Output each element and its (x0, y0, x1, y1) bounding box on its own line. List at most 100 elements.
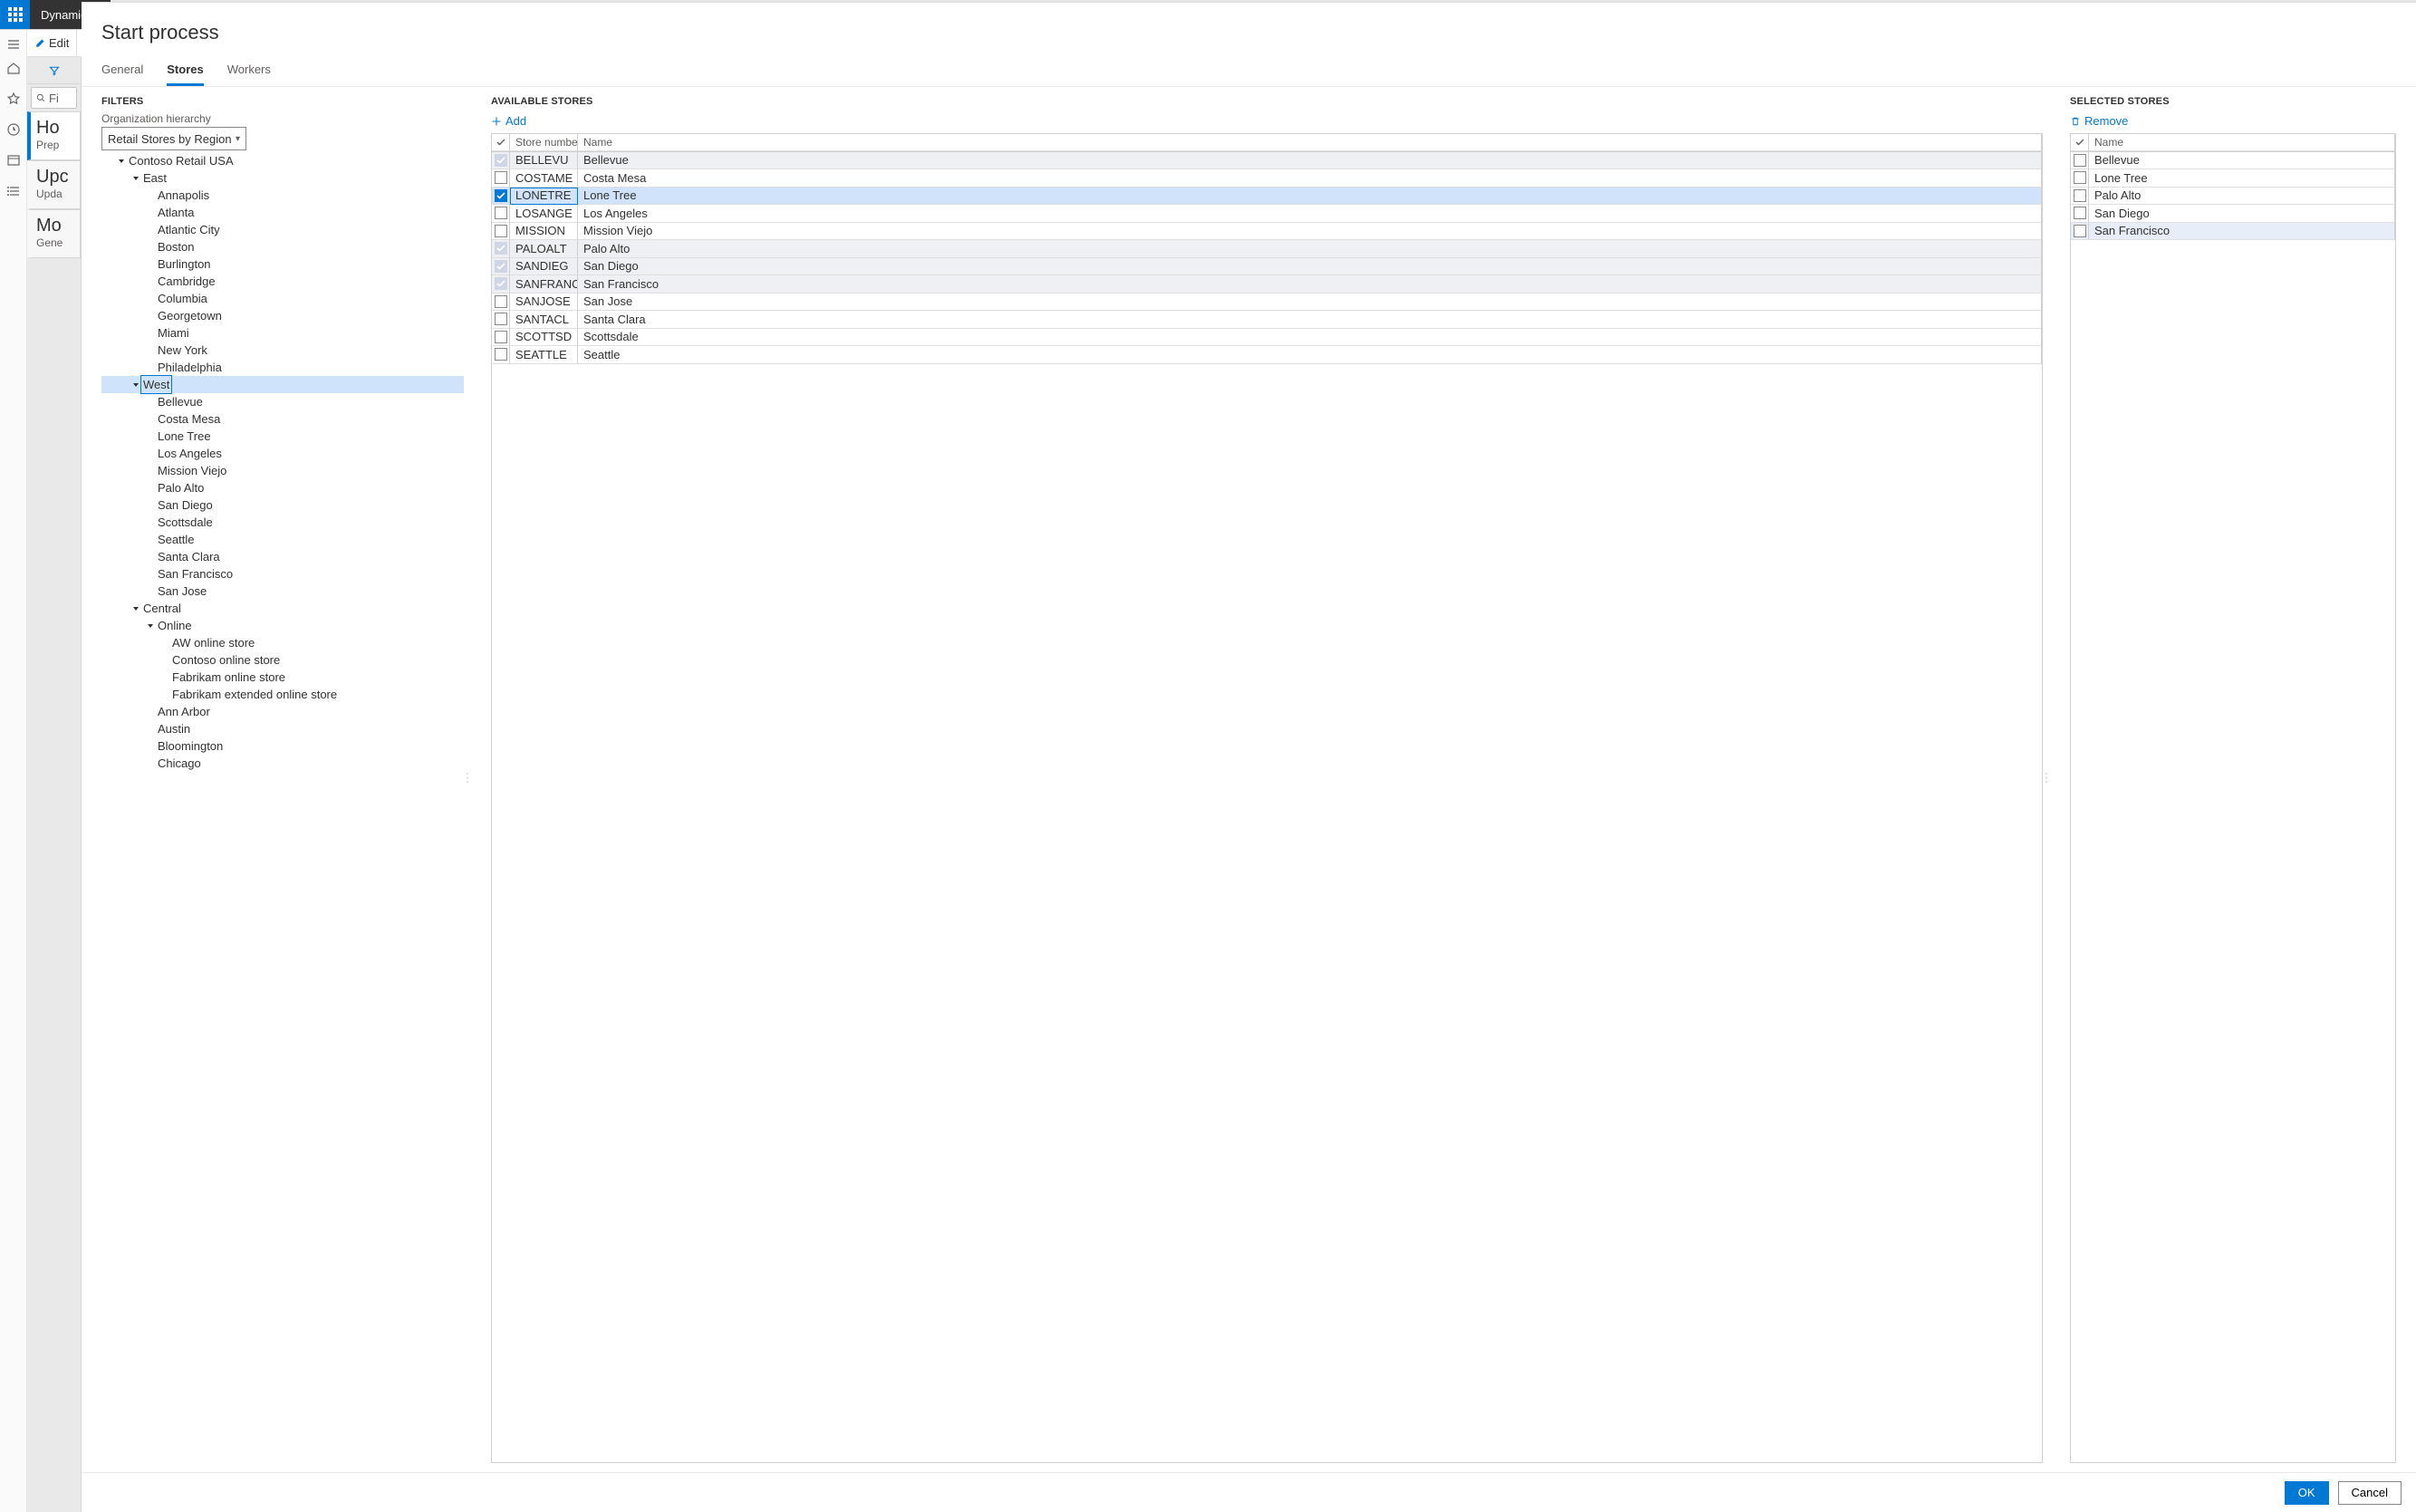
tree-item[interactable]: San Diego (101, 496, 464, 514)
tree-item[interactable]: Mission Viejo (101, 462, 464, 479)
row-checkbox[interactable] (492, 169, 510, 188)
modules-button[interactable] (6, 184, 21, 198)
tree-item[interactable]: Ann Arbor (101, 703, 464, 720)
grid-row[interactable]: LOSANGE Los Angeles (492, 205, 2042, 223)
search-input[interactable]: Fi (31, 87, 77, 109)
tree-item[interactable]: Contoso online store (101, 651, 464, 669)
tree-item[interactable]: Atlanta (101, 204, 464, 221)
ok-button[interactable]: OK (2285, 1481, 2329, 1505)
list-card[interactable]: UpcUpda (27, 160, 81, 209)
expander-icon[interactable] (130, 605, 141, 612)
select-all-checkbox[interactable] (2071, 134, 2089, 151)
expander-icon[interactable] (145, 622, 156, 630)
tree-item[interactable]: Cambridge (101, 273, 464, 290)
tab-general[interactable]: General (101, 57, 143, 86)
hierarchy-tree[interactable]: Contoso Retail USAEastAnnapolisAtlantaAt… (101, 152, 464, 1463)
tree-item[interactable]: Miami (101, 324, 464, 342)
filter-button[interactable] (27, 57, 81, 84)
row-checkbox[interactable] (492, 223, 510, 241)
row-checkbox[interactable] (492, 329, 510, 347)
col-name[interactable]: Name (2089, 134, 2395, 151)
grid-row[interactable]: Lone Tree (2071, 169, 2395, 188)
expander-icon[interactable] (130, 175, 141, 182)
row-checkbox[interactable] (492, 188, 510, 206)
tree-item[interactable]: Bloomington (101, 737, 464, 755)
col-store-number[interactable]: Store number (510, 134, 578, 151)
app-launcher-button[interactable] (0, 0, 30, 29)
tree-item[interactable]: Boston (101, 238, 464, 255)
tree-item[interactable]: Santa Clara (101, 548, 464, 565)
remove-button[interactable]: Remove (2070, 112, 2396, 133)
tree-item[interactable]: Chicago (101, 755, 464, 772)
tree-item[interactable]: Scottsdale (101, 514, 464, 531)
tree-item[interactable]: Costa Mesa (101, 410, 464, 428)
expander-icon[interactable] (116, 158, 127, 165)
grid-row[interactable]: SANTACL Santa Clara (492, 311, 2042, 329)
row-checkbox[interactable] (2071, 205, 2089, 223)
tree-item[interactable]: Central (101, 600, 464, 617)
tree-item[interactable]: East (101, 169, 464, 187)
grid-row[interactable]: SCOTTSD Scottsdale (492, 329, 2042, 347)
workspaces-button[interactable] (6, 153, 21, 168)
tree-item[interactable]: Fabrikam extended online store (101, 686, 464, 703)
splitter[interactable]: ⋮ (2043, 92, 2050, 1463)
row-checkbox[interactable] (492, 294, 510, 312)
row-checkbox[interactable] (492, 152, 510, 170)
tree-item[interactable]: Palo Alto (101, 479, 464, 496)
grid-row[interactable]: COSTAME Costa Mesa (492, 169, 2042, 188)
row-checkbox[interactable] (492, 346, 510, 364)
row-checkbox[interactable] (2071, 188, 2089, 206)
hamburger-button[interactable] (6, 37, 21, 52)
grid-row[interactable]: LONETRE Lone Tree (492, 188, 2042, 206)
row-checkbox[interactable] (2071, 152, 2089, 170)
grid-row[interactable]: SANFRANCIS San Francisco (492, 275, 2042, 294)
tree-item[interactable]: Fabrikam online store (101, 669, 464, 686)
available-grid[interactable]: Store number Name BELLEVU Bellevue COSTA… (491, 133, 2043, 1463)
tree-item[interactable]: Austin (101, 720, 464, 737)
tab-workers[interactable]: Workers (227, 57, 271, 86)
tree-item[interactable]: Annapolis (101, 187, 464, 204)
col-name[interactable]: Name (578, 134, 2042, 151)
tree-item[interactable]: San Francisco (101, 565, 464, 583)
row-checkbox[interactable] (492, 240, 510, 258)
home-button[interactable] (6, 61, 21, 75)
tree-item[interactable]: Columbia (101, 290, 464, 307)
edit-button[interactable]: Edit (27, 30, 77, 56)
tree-item[interactable]: Bellevue (101, 393, 464, 410)
row-checkbox[interactable] (492, 258, 510, 276)
row-checkbox[interactable] (492, 275, 510, 294)
tree-item[interactable]: West (101, 376, 464, 393)
tree-item[interactable]: New York (101, 342, 464, 359)
grid-row[interactable]: PALOALT Palo Alto (492, 240, 2042, 258)
grid-row[interactable]: San Diego (2071, 205, 2395, 223)
add-button[interactable]: Add (491, 112, 2043, 133)
tree-item[interactable]: Burlington (101, 255, 464, 273)
selected-grid[interactable]: Name Bellevue Lone Tree Palo Alto San Di… (2070, 133, 2396, 1463)
grid-row[interactable]: SEATTLE Seattle (492, 346, 2042, 364)
grid-row[interactable]: SANDIEG San Diego (492, 258, 2042, 276)
grid-row[interactable]: BELLEVU Bellevue (492, 152, 2042, 170)
tree-item[interactable]: Seattle (101, 531, 464, 548)
row-checkbox[interactable] (2071, 223, 2089, 241)
row-checkbox[interactable] (492, 311, 510, 329)
list-card[interactable]: HoPrep (27, 111, 81, 160)
grid-row[interactable]: SANJOSE San Jose (492, 294, 2042, 312)
recent-button[interactable] (6, 122, 21, 137)
expander-icon[interactable] (130, 381, 141, 389)
list-card[interactable]: MoGene (27, 209, 81, 258)
tree-item[interactable]: Lone Tree (101, 428, 464, 445)
grid-row[interactable]: San Francisco (2071, 223, 2395, 241)
tree-item[interactable]: Los Angeles (101, 445, 464, 462)
tree-item[interactable]: San Jose (101, 583, 464, 600)
tree-item[interactable]: Atlantic City (101, 221, 464, 238)
row-checkbox[interactable] (492, 205, 510, 223)
splitter[interactable]: ⋮ (464, 92, 471, 1463)
row-checkbox[interactable] (2071, 169, 2089, 188)
grid-row[interactable]: Palo Alto (2071, 188, 2395, 206)
tree-item[interactable]: Philadelphia (101, 359, 464, 376)
tree-item[interactable]: Online (101, 617, 464, 634)
tree-item[interactable]: Contoso Retail USA (101, 152, 464, 169)
tree-item[interactable]: Georgetown (101, 307, 464, 324)
tab-stores[interactable]: Stores (167, 57, 203, 86)
org-hierarchy-dropdown[interactable]: Retail Stores by Region ▾ (101, 127, 246, 150)
